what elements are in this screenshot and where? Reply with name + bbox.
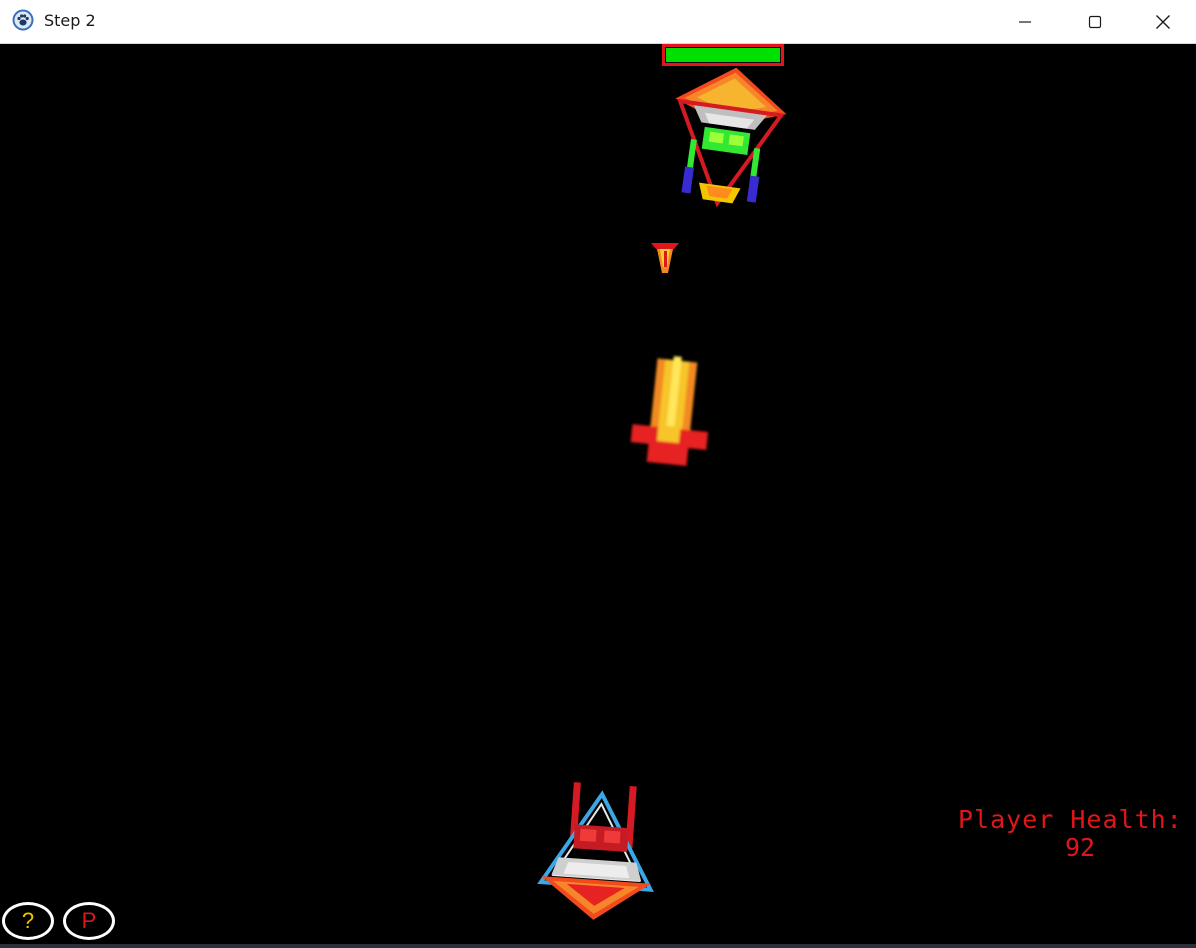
- window-title: Step 2: [44, 11, 96, 30]
- title-bar: Step 2: [0, 0, 1196, 44]
- pause-button[interactable]: P: [63, 902, 115, 940]
- paw-icon: [12, 9, 34, 31]
- player-bullet: [630, 356, 709, 467]
- enemy-health-bar: [662, 44, 784, 66]
- enemy-ship: [675, 67, 787, 208]
- player-health-label: Player Health:: [958, 805, 1183, 834]
- game-window: Step 2 Player Health: 92 ? P: [0, 0, 1196, 948]
- maximize-button[interactable]: [1060, 0, 1130, 43]
- close-button[interactable]: [1128, 0, 1196, 43]
- maximize-icon: [1088, 15, 1102, 28]
- minimize-icon: [1019, 20, 1031, 23]
- player-health-value: 92: [1064, 833, 1096, 862]
- game-canvas[interactable]: Player Health: 92 ? P: [0, 44, 1196, 944]
- close-icon: [1156, 14, 1170, 29]
- window-bottom-edge: [0, 944, 1196, 948]
- player-ship: [537, 782, 654, 920]
- enemy-bullet: [651, 243, 679, 273]
- minimize-button[interactable]: [990, 0, 1060, 43]
- help-button-label: ?: [21, 908, 35, 933]
- help-button[interactable]: ?: [2, 902, 54, 940]
- pause-button-label: P: [81, 908, 97, 933]
